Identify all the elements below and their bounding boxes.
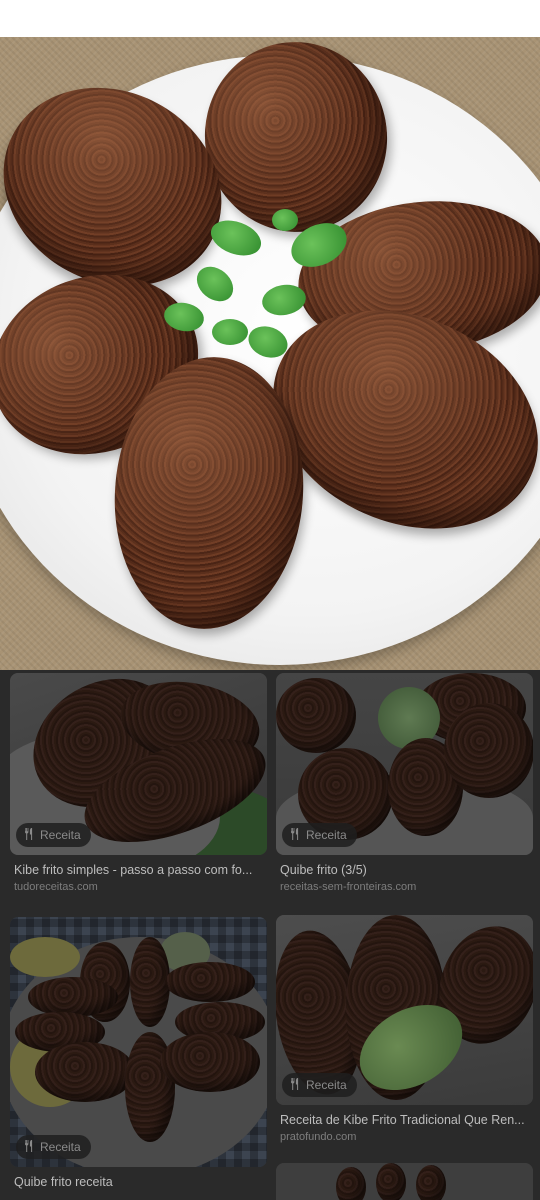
result-card[interactable]: Receita Quibe frito (3/5) receitas-sem-f… xyxy=(276,673,533,893)
related-results-grid: Receita Kibe frito simples - passo a pas… xyxy=(0,670,540,1200)
recipe-badge-label: Receita xyxy=(306,828,347,842)
recipe-badge-label: Receita xyxy=(40,828,81,842)
result-thumbnail[interactable]: Receita xyxy=(10,673,267,855)
result-title[interactable]: Receita de Kibe Frito Tradicional Que Re… xyxy=(280,1113,529,1127)
result-title[interactable]: Kibe frito simples - passo a passo com f… xyxy=(14,863,263,877)
main-image[interactable] xyxy=(0,37,540,670)
result-card[interactable]: Receita Kibe frito simples - passo a pas… xyxy=(10,673,267,893)
result-card[interactable] xyxy=(276,1163,533,1200)
recipe-badge-label: Receita xyxy=(40,1140,81,1154)
recipe-badge: Receita xyxy=(16,1135,91,1159)
result-title[interactable]: Quibe frito receita xyxy=(14,1175,263,1189)
result-source: tudoreceitas.com xyxy=(14,881,98,893)
result-card[interactable]: Receita Receita de Kibe Frito Tradiciona… xyxy=(276,915,533,1143)
result-thumbnail[interactable] xyxy=(276,1163,533,1200)
result-source: pratofundo.com xyxy=(280,1131,357,1143)
recipe-badge-label: Receita xyxy=(306,1078,347,1092)
result-title[interactable]: Quibe frito (3/5) xyxy=(280,863,529,877)
recipe-badge: Receita xyxy=(282,823,357,847)
recipe-badge: Receita xyxy=(282,1073,357,1097)
result-thumbnail[interactable]: Receita xyxy=(276,673,533,855)
top-status-area xyxy=(0,0,540,37)
restaurant-icon xyxy=(24,1139,35,1155)
restaurant-icon xyxy=(24,827,35,843)
result-thumbnail[interactable]: Receita xyxy=(10,917,267,1167)
restaurant-icon xyxy=(290,1077,301,1093)
recipe-badge: Receita xyxy=(16,823,91,847)
restaurant-icon xyxy=(290,827,301,843)
result-thumbnail[interactable]: Receita xyxy=(276,915,533,1105)
result-card[interactable]: Receita Quibe frito receita xyxy=(10,917,267,1189)
result-source: receitas-sem-fronteiras.com xyxy=(280,881,417,893)
